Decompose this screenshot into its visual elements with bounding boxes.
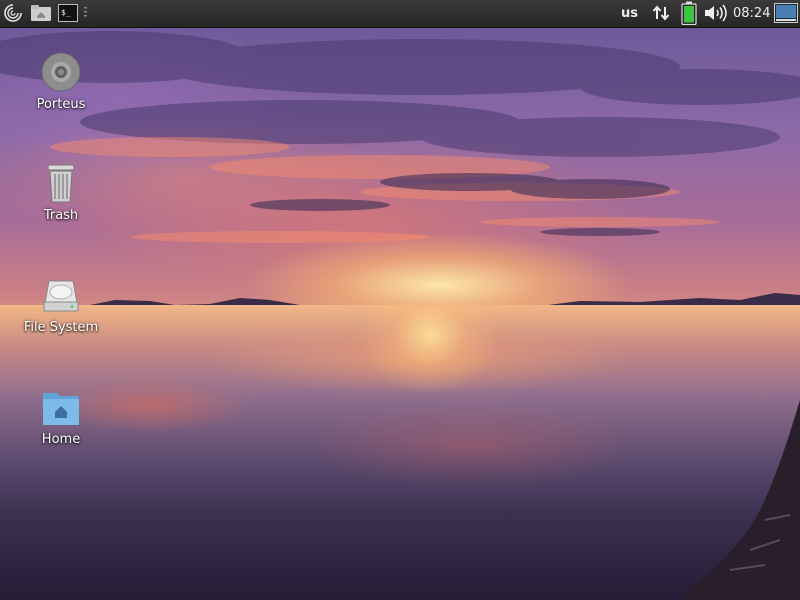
terminal-icon[interactable]: $_ [58,3,78,23]
porteus-menu-icon[interactable] [2,3,24,23]
desktop-wallpaper [0,27,800,600]
desktop-icon-label: Trash [43,208,79,223]
trash-icon [39,161,83,205]
keyboard-layout-indicator[interactable]: us [621,0,638,27]
desktop-icon-label: Home [41,432,81,447]
file-manager-icon[interactable] [30,3,52,23]
desktop-icon-label: Porteus [36,97,86,112]
optical-disc-icon [39,50,83,94]
panel-handle-icon[interactable] [82,3,90,23]
hard-drive-icon [39,273,83,317]
desktop-icon-trash[interactable]: Trash [16,161,106,223]
shoreline [680,400,800,600]
desktop-icon-home[interactable]: Home [16,385,106,447]
desktop-icon-file-system[interactable]: File System [16,273,106,335]
network-icon[interactable] [651,3,671,23]
svg-text:$_: $_ [61,8,71,17]
desktop-icon-label: File System [23,320,99,335]
home-folder-icon [39,385,83,429]
cloud-layer [0,31,800,243]
clock[interactable]: 08:24 [733,0,770,27]
battery-icon[interactable] [679,1,699,25]
volume-icon[interactable] [703,3,729,23]
desktop-icon-porteus[interactable]: Porteus [16,50,106,112]
top-panel: $_ us 08:24 [0,0,800,28]
show-desktop-icon[interactable] [773,3,798,23]
